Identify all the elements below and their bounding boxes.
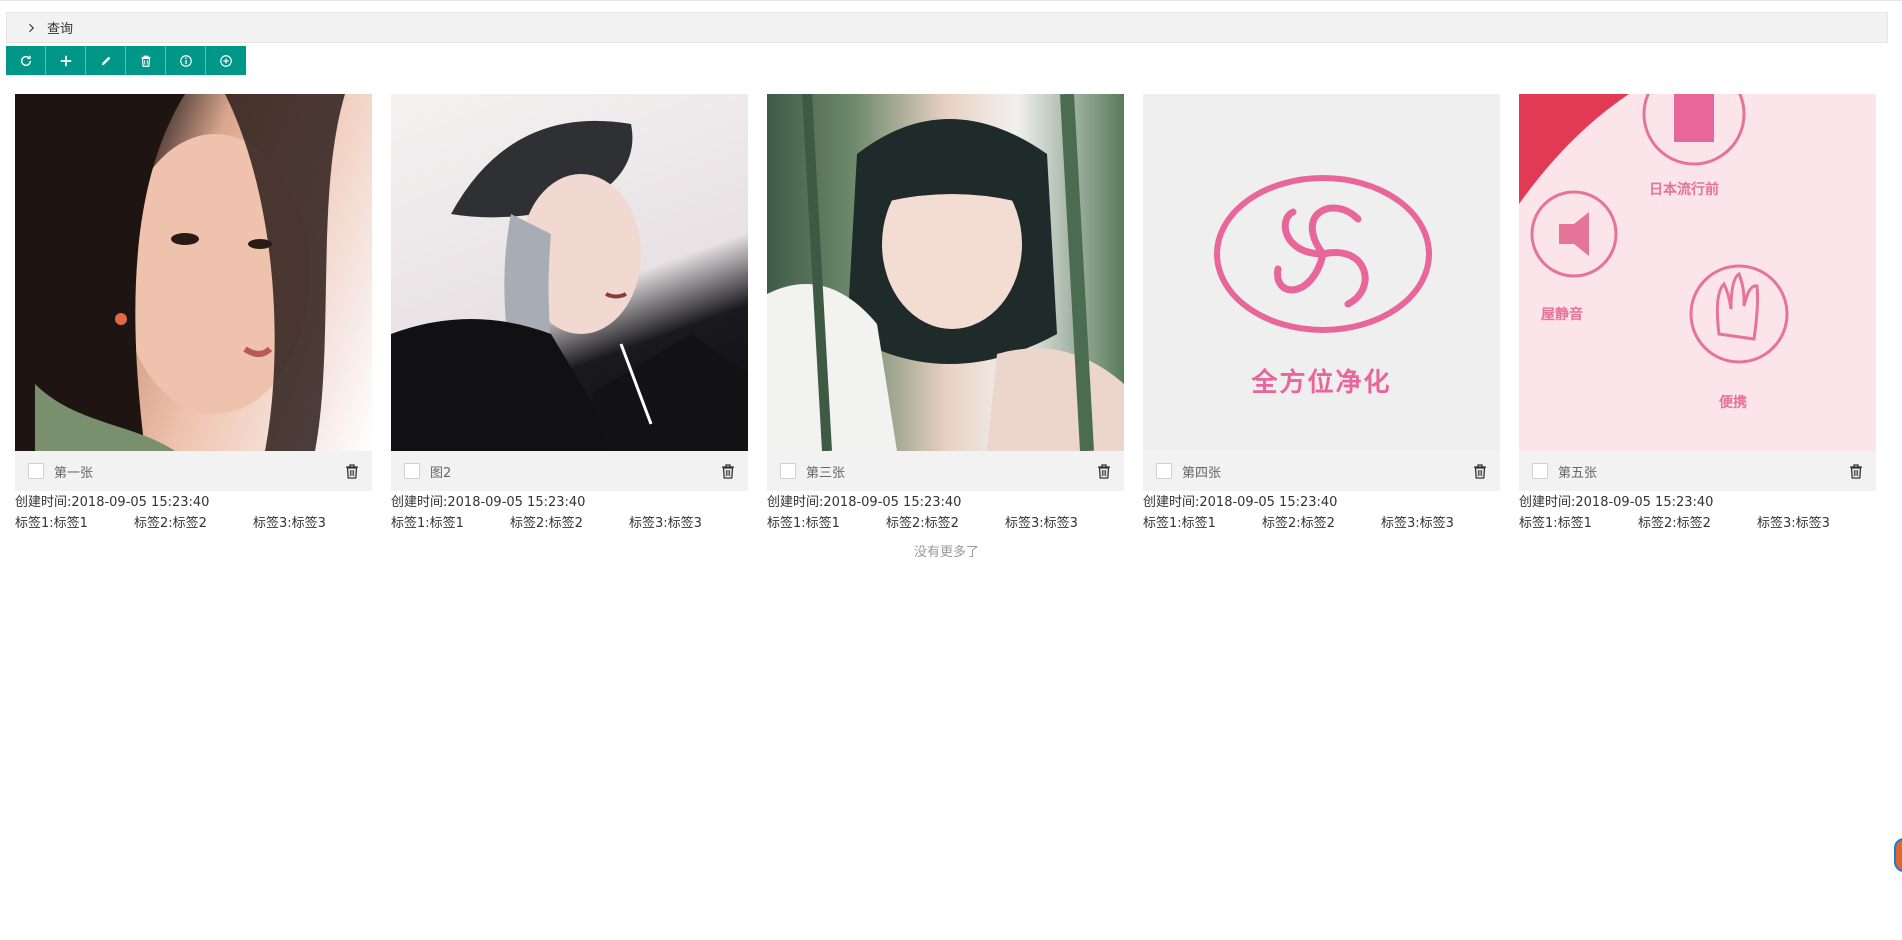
card-footer: 第五张 bbox=[1519, 451, 1876, 491]
tag-2: 标签2:标签2 bbox=[510, 516, 583, 531]
card-title: 图2 bbox=[430, 465, 452, 481]
trash-icon bbox=[141, 55, 150, 67]
card-footer: 图2 bbox=[391, 451, 748, 491]
card-checkbox[interactable] bbox=[1156, 463, 1172, 479]
floating-widget[interactable] bbox=[1894, 838, 1902, 872]
trash-icon[interactable] bbox=[1096, 463, 1112, 479]
card-image-caption: 全方位净化 bbox=[1251, 368, 1392, 398]
tag-1: 标签1:标签1 bbox=[15, 516, 88, 531]
card-image-label: 日本流行前 bbox=[1649, 182, 1719, 198]
card-tags: 标签1:标签1 标签2:标签2 标签3:标签3 bbox=[15, 514, 372, 533]
card-title: 第五张 bbox=[1558, 465, 1598, 481]
pencil-icon bbox=[101, 56, 110, 65]
tag-1: 标签1:标签1 bbox=[1519, 516, 1592, 531]
card-tags: 标签1:标签1 标签2:标签2 标签3:标签3 bbox=[391, 514, 748, 533]
trash-icon[interactable] bbox=[1472, 463, 1488, 479]
card-title: 第一张 bbox=[54, 465, 94, 481]
image-card: 日本流行前 屋静音 便携 第五张 创建时间:2018-09-05 15:23:4… bbox=[1519, 94, 1876, 533]
trash-icon[interactable] bbox=[344, 463, 360, 479]
card-image[interactable] bbox=[15, 94, 372, 451]
tag-3: 标签3:标签3 bbox=[1005, 516, 1078, 531]
image-card: 全方位净化 第四张 创建时间:2018-09-05 15:23:40 标签1:标… bbox=[1143, 94, 1500, 533]
card-title: 第四张 bbox=[1182, 465, 1222, 481]
tag-3: 标签3:标签3 bbox=[1381, 516, 1454, 531]
tag-3: 标签3:标签3 bbox=[629, 516, 702, 531]
card-image-label: 便携 bbox=[1719, 395, 1747, 411]
card-image-label: 屋静音 bbox=[1541, 307, 1583, 323]
card-created: 创建时间:2018-09-05 15:23:40 bbox=[391, 495, 586, 510]
tag-2: 标签2:标签2 bbox=[1638, 516, 1711, 531]
tag-2: 标签2:标签2 bbox=[1262, 516, 1335, 531]
card-checkbox[interactable] bbox=[28, 463, 44, 479]
delete-button[interactable] bbox=[126, 46, 166, 75]
card-tags: 标签1:标签1 标签2:标签2 标签3:标签3 bbox=[1143, 514, 1500, 533]
card-image[interactable] bbox=[767, 94, 1124, 451]
query-panel-header[interactable]: 查询 bbox=[6, 12, 1888, 43]
tag-1: 标签1:标签1 bbox=[767, 516, 840, 531]
card-created: 创建时间:2018-09-05 15:23:40 bbox=[767, 495, 962, 510]
tag-2: 标签2:标签2 bbox=[886, 516, 959, 531]
card-tags: 标签1:标签1 标签2:标签2 标签3:标签3 bbox=[767, 514, 1124, 533]
refresh-button[interactable] bbox=[6, 46, 46, 75]
card-title: 第三张 bbox=[806, 465, 846, 481]
trash-icon[interactable] bbox=[1848, 463, 1864, 479]
card-image[interactable]: 日本流行前 屋静音 便携 bbox=[1519, 94, 1876, 451]
card-checkbox[interactable] bbox=[404, 463, 420, 479]
chevron-right-icon[interactable] bbox=[23, 20, 39, 36]
tag-3: 标签3:标签3 bbox=[1757, 516, 1830, 531]
card-checkbox[interactable] bbox=[780, 463, 796, 479]
card-created: 创建时间:2018-09-05 15:23:40 bbox=[1143, 495, 1338, 510]
info-icon bbox=[179, 54, 192, 67]
add-button[interactable] bbox=[46, 46, 86, 75]
info-button[interactable] bbox=[166, 46, 206, 75]
card-checkbox[interactable] bbox=[1532, 463, 1548, 479]
image-card: 第一张 创建时间:2018-09-05 15:23:40 标签1:标签1 标签2… bbox=[15, 94, 372, 533]
refresh-icon bbox=[20, 55, 31, 66]
card-created: 创建时间:2018-09-05 15:23:40 bbox=[1519, 495, 1714, 510]
toolbar bbox=[6, 46, 246, 75]
add-circle-button[interactable] bbox=[206, 46, 246, 75]
top-divider bbox=[0, 0, 1902, 1]
tag-2: 标签2:标签2 bbox=[134, 516, 207, 531]
card-footer: 第三张 bbox=[767, 451, 1124, 491]
card-image[interactable] bbox=[391, 94, 748, 451]
image-card: 图2 创建时间:2018-09-05 15:23:40 标签1:标签1 标签2:… bbox=[391, 94, 748, 533]
card-image[interactable]: 全方位净化 bbox=[1143, 94, 1500, 451]
trash-icon[interactable] bbox=[720, 463, 736, 479]
edit-button[interactable] bbox=[86, 46, 126, 75]
query-label[interactable]: 查询 bbox=[47, 18, 73, 37]
tag-1: 标签1:标签1 bbox=[391, 516, 464, 531]
tag-1: 标签1:标签1 bbox=[1143, 516, 1216, 531]
plus-icon bbox=[60, 55, 71, 66]
card-tags: 标签1:标签1 标签2:标签2 标签3:标签3 bbox=[1519, 514, 1876, 533]
no-more-text: 没有更多了 bbox=[913, 545, 979, 560]
card-footer: 第四张 bbox=[1143, 451, 1500, 491]
card-footer: 第一张 bbox=[15, 451, 372, 491]
card-created: 创建时间:2018-09-05 15:23:40 bbox=[15, 495, 210, 510]
tag-3: 标签3:标签3 bbox=[253, 516, 326, 531]
plus-circle-icon bbox=[220, 54, 232, 67]
image-card: 第三张 创建时间:2018-09-05 15:23:40 标签1:标签1 标签2… bbox=[767, 94, 1124, 533]
